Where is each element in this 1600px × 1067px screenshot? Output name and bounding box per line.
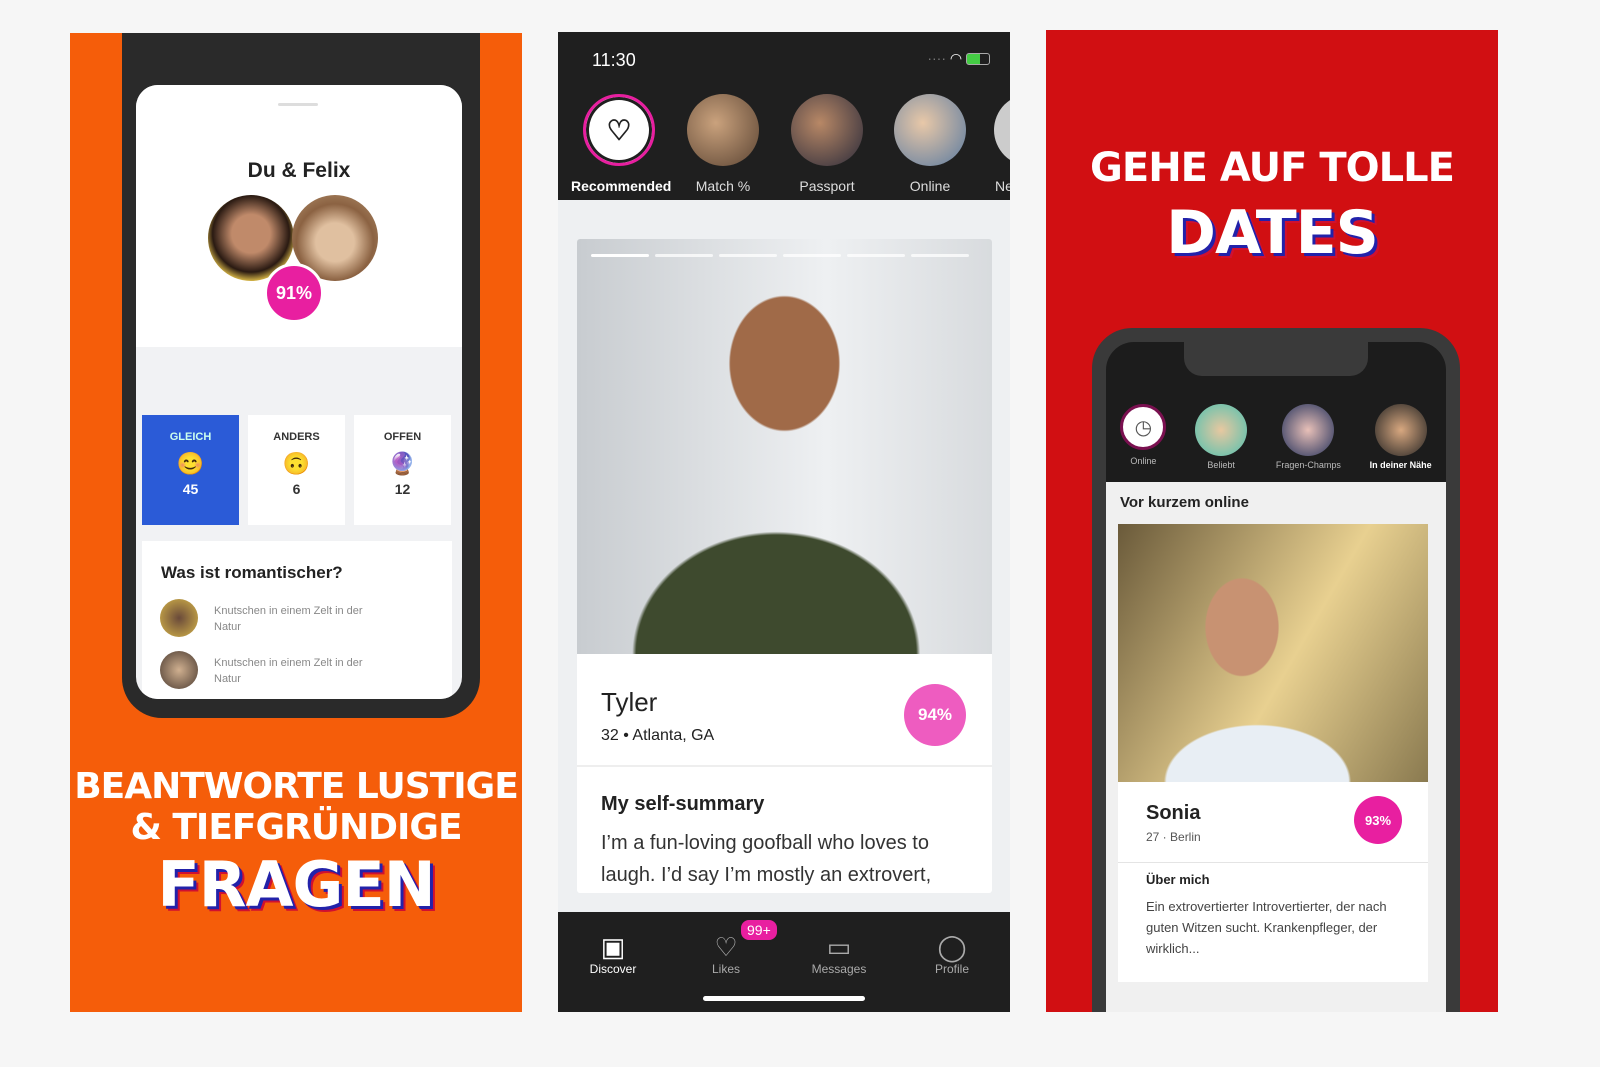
- phone-frame: Du & Felix 91% GLEICH 😊 45 ANDERS 🙃 6 OFFEN 🔮…: [122, 33, 480, 718]
- profile-icon: ◯: [937, 932, 967, 962]
- nav-discover[interactable]: ▣ Discover: [558, 932, 668, 976]
- story-label: Online: [909, 178, 951, 194]
- story-avatar: [994, 94, 1010, 166]
- profile-card[interactable]: Sonia 27 · Berlin 93% Über mich Ein extr…: [1118, 524, 1428, 982]
- notch: [1184, 342, 1368, 376]
- status-icons: ···· ◠: [927, 50, 990, 67]
- phone-frame: ◷ Online Beliebt Fragen-Champs In deiner …: [1092, 328, 1460, 1012]
- nav-label: Discover: [589, 962, 637, 976]
- stat-label: GLEICH: [169, 431, 212, 443]
- top-bar: 11:30 ···· ◠ ♡ Recommended Match % Passpo…: [558, 32, 1010, 200]
- story-avatar: [1195, 404, 1248, 456]
- headline-line3: FRAGEN: [157, 848, 435, 921]
- profile-name: Tyler: [601, 687, 658, 717]
- likes-badge: 99+: [739, 918, 779, 942]
- story-passport[interactable]: Passport: [779, 94, 875, 194]
- nav-messages[interactable]: ▭ Messages: [784, 932, 894, 976]
- nav-label: Profile: [934, 962, 969, 976]
- story-online[interactable]: ◷ Online: [1120, 404, 1167, 470]
- phone-screen: Du & Felix 91% GLEICH 😊 45 ANDERS 🙃 6 OFFEN 🔮…: [136, 85, 462, 699]
- story-label: In deiner Nähe: [1369, 460, 1432, 470]
- promo-panel-questions: Du & Felix 91% GLEICH 😊 45 ANDERS 🙃 6 OFFEN 🔮…: [70, 33, 522, 1012]
- divider: [577, 765, 992, 767]
- stat-offen[interactable]: OFFEN 🔮 12: [354, 415, 451, 525]
- story-label: Fragen-Champs: [1275, 460, 1341, 470]
- match-percent-badge: 93%: [1354, 796, 1402, 844]
- story-label: Beliebt: [1207, 460, 1235, 470]
- wifi-icon: ◠: [949, 50, 963, 66]
- story-label: Recommended: [571, 178, 672, 194]
- stat-label: ANDERS: [273, 431, 320, 443]
- about-text: Ein extrovertierter Introvertierter, der…: [1146, 899, 1387, 956]
- self-summary-text: I’m a fun-loving goofball who loves to l…: [601, 832, 932, 886]
- profile-card[interactable]: Tyler 32 • Atlanta, GA 94% My self-summa…: [577, 239, 992, 893]
- profile-location: Atlanta, GA: [632, 727, 715, 744]
- profile-meta: 27 · Berlin: [1146, 830, 1201, 844]
- story-label: Ne: [995, 178, 1010, 194]
- story-avatar: [687, 94, 759, 166]
- stat-count: 6: [292, 481, 301, 497]
- profile-name: Sonia: [1146, 802, 1201, 824]
- section-title: My self-summary: [601, 793, 765, 815]
- question-card[interactable]: Was ist romantischer? Knutschen in einem…: [142, 541, 452, 699]
- profile-photo[interactable]: [577, 239, 992, 654]
- story-avatar: [1374, 404, 1427, 456]
- nav-likes[interactable]: ♡ Likes 99+: [671, 918, 781, 976]
- promo-panel-dates: GEHE AUF TOLLE DATES ◷ Online Beliebt Fra…: [1046, 30, 1498, 1012]
- message-icon: ▭: [826, 932, 852, 962]
- question-text: Was ist romantischer?: [161, 563, 343, 582]
- story-avatar: [1282, 404, 1335, 456]
- about-title: Über mich: [1146, 872, 1210, 887]
- section-title: Vor kurzem online: [1120, 494, 1249, 511]
- stat-count: 12: [394, 481, 411, 497]
- app-screen-discover: 11:30 ···· ◠ ♡ Recommended Match % Passpo…: [558, 32, 1010, 1012]
- status-time: 11:30: [592, 50, 636, 70]
- headline-line1: BEANTWORTE LUSTIGE: [74, 766, 519, 807]
- crystal-ball-icon: 🔮: [388, 451, 417, 476]
- stat-label: OFFEN: [383, 431, 422, 443]
- answer-text: Knutschen in einem Zelt in der Natur: [214, 657, 363, 685]
- story-recommended[interactable]: ♡ Recommended: [571, 94, 671, 194]
- match-title: Du & Felix: [247, 159, 351, 182]
- nav-label: Likes: [711, 962, 740, 976]
- nav-profile[interactable]: ◯ Profile: [897, 932, 1007, 976]
- story-beliebt[interactable]: Beliebt: [1195, 404, 1248, 470]
- answer-avatar: [160, 651, 198, 689]
- answer-text: Knutschen in einem Zelt in der Natur: [214, 605, 363, 633]
- story-new[interactable]: Ne: [970, 94, 1010, 194]
- match-percent-badge: 91%: [264, 263, 324, 323]
- stat-count: 45: [182, 481, 199, 497]
- story-avatar: [791, 94, 863, 166]
- stat-anders[interactable]: ANDERS 🙃 6: [248, 415, 345, 525]
- heart-sparkle-icon: ♡: [583, 94, 655, 166]
- story-match[interactable]: Match %: [675, 94, 771, 194]
- story-in-deiner-naehe[interactable]: In deiner Nähe: [1370, 404, 1432, 470]
- story-label: Match %: [695, 178, 751, 194]
- smile-icon: 😊: [176, 451, 205, 476]
- story-online[interactable]: Online: [882, 94, 978, 194]
- profile-age: 32: [601, 727, 619, 744]
- signal-icon: ····: [927, 50, 946, 66]
- story-fragen-champs[interactable]: Fragen-Champs: [1276, 404, 1341, 470]
- home-indicator: [703, 996, 865, 1001]
- story-label: Passport: [799, 178, 855, 194]
- discover-icon: ▣: [600, 932, 626, 962]
- drag-handle[interactable]: [278, 103, 318, 106]
- nav-label: Messages: [811, 962, 867, 976]
- headline-line2: DATES: [1166, 198, 1379, 268]
- story-label: Online: [1130, 456, 1157, 466]
- match-percent-badge: 94%: [904, 684, 966, 746]
- clock-icon: ◷: [1120, 404, 1167, 450]
- stat-gleich[interactable]: GLEICH 😊 45: [142, 415, 239, 525]
- upside-down-face-icon: 🙃: [282, 451, 311, 476]
- answer-avatar: [160, 599, 198, 637]
- battery-icon: [966, 53, 990, 66]
- divider: [1118, 862, 1428, 863]
- story-avatar: [894, 94, 966, 166]
- bottom-nav: ▣ Discover ♡ Likes 99+ ▭ Messages ◯ Profile: [558, 912, 1010, 1012]
- headline-line1: GEHE AUF TOLLE: [1090, 145, 1455, 191]
- headline-line2: & TIEFGRÜNDIGE: [130, 807, 462, 848]
- profile-photo[interactable]: [1118, 524, 1428, 782]
